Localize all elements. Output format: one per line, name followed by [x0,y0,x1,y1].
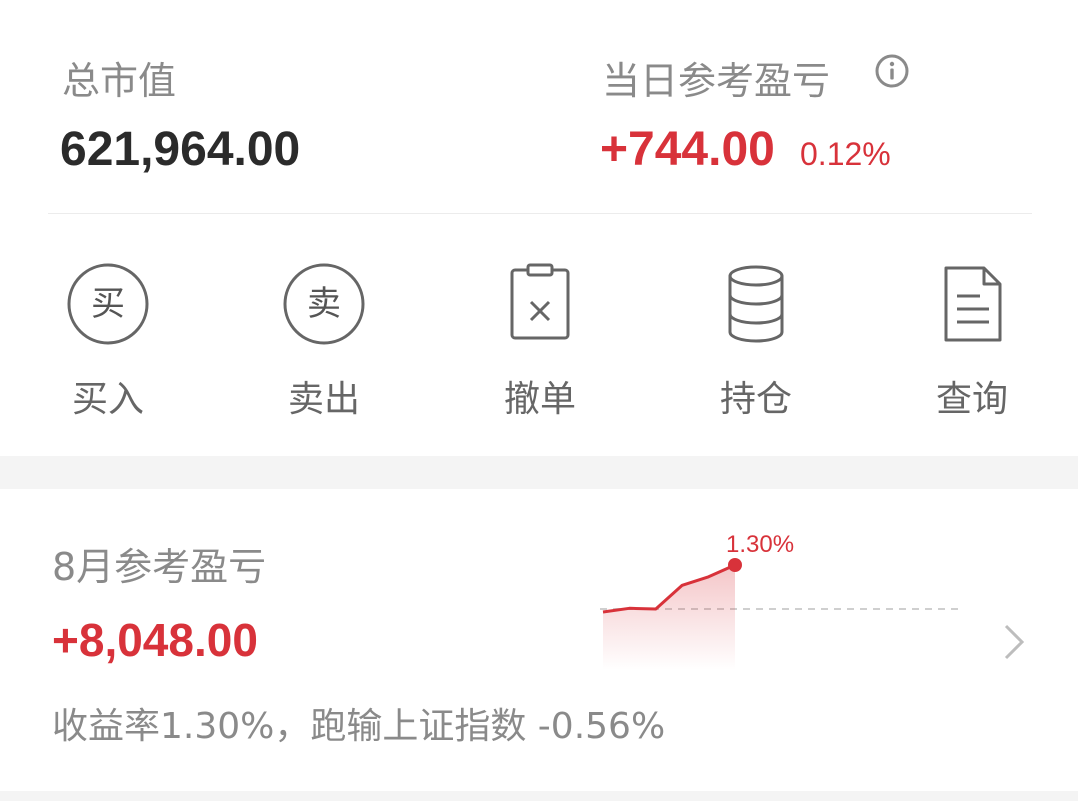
total-market-value: 621,964.00 [60,123,301,176]
holdings-button[interactable]: 持仓 [686,262,826,422]
buy-label: 买入 [71,379,144,420]
sparkline-end-point [728,558,742,572]
svg-text:买: 买 [91,284,125,324]
daily-pnl-percent: 0.12% [800,136,891,172]
holdings-icon [728,265,784,343]
monthly-pnl-value: +8,048.00 [52,614,258,666]
sell-button[interactable]: 卖 卖出 [254,262,394,422]
buy-icon: 买 [67,263,149,345]
monthly-pnl-label: 8月参考盈亏 [52,545,267,589]
svg-text:卖: 卖 [307,284,341,324]
daily-pnl-label: 当日参考盈亏 [602,59,831,103]
sell-label: 卖出 [287,379,360,420]
chevron-right-icon[interactable] [998,622,1030,662]
account-summary-card: 总市值 621,964.00 当日参考盈亏 +744.00 0.12% 买 买入… [0,0,1078,456]
query-label: 查询 [935,379,1008,420]
daily-pnl-value: +744.00 [600,123,775,176]
monthly-return-summary: 收益率1.30%，跑输上证指数 -0.56% [52,706,666,747]
total-market-value-label: 总市值 [62,59,177,103]
holdings-label: 持仓 [719,379,792,420]
cancel-order-button[interactable]: 撤单 [470,262,610,422]
document-icon [944,266,1002,342]
sparkline-area [603,565,735,670]
monthly-pnl-sparkline: 1.30% [600,531,962,670]
sell-icon: 卖 [283,263,365,345]
divider [48,213,1032,214]
info-icon[interactable] [874,53,910,89]
cancel-order-icon [510,263,570,340]
cancel-order-label: 撤单 [503,379,576,420]
buy-button[interactable]: 买 买入 [38,262,178,422]
sparkline-end-label: 1.30% [726,531,794,558]
query-button[interactable]: 查询 [902,262,1042,422]
